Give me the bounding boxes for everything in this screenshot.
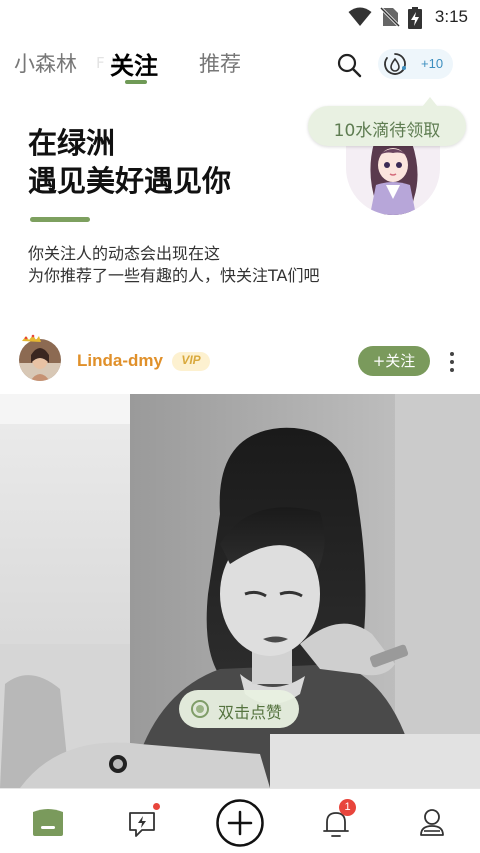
water-drop-timer-icon	[384, 53, 406, 75]
tab-recommend[interactable]: 推荐	[199, 48, 241, 78]
tab-forest[interactable]: 小森林	[14, 48, 77, 78]
add-circle-icon	[216, 799, 264, 847]
bottom-nav: 1	[0, 788, 480, 853]
water-reward-button[interactable]: +10	[378, 49, 453, 79]
nav-home[interactable]	[18, 789, 78, 853]
notifications-count-badge: 1	[339, 799, 356, 816]
no-sim-icon	[379, 7, 401, 27]
water-reward-tooltip[interactable]: 10水滴待领取	[308, 97, 466, 146]
intro-divider	[30, 217, 90, 222]
active-tab-indicator	[125, 80, 147, 84]
profile-icon	[420, 809, 444, 836]
vip-badge: VIP	[172, 352, 210, 371]
nav-messages[interactable]	[114, 789, 174, 853]
tab-following[interactable]: 关注	[110, 46, 158, 81]
double-tap-like-hint[interactable]: 双击点赞	[179, 690, 299, 728]
water-bonus-count: +10	[421, 56, 444, 71]
intro-title-line1: 在绿洲	[28, 126, 116, 160]
status-time: 3:15	[434, 7, 468, 26]
wifi-icon	[348, 7, 372, 26]
intro-title: 在绿洲 遇见美好遇见你	[28, 124, 231, 200]
intro-title-line2: 遇见美好遇见你	[28, 164, 232, 198]
nav-create[interactable]	[210, 789, 270, 853]
intro-desc-line1: 你关注人的动态会出现在这	[28, 244, 221, 263]
water-reward-tooltip-text: 10水滴待领取	[333, 121, 441, 141]
home-icon	[33, 809, 63, 836]
nav-profile[interactable]	[402, 789, 462, 853]
top-nav: 小森林 F W 关注 推荐 +10	[0, 40, 480, 92]
nav-notifications[interactable]: 1	[306, 789, 366, 853]
battery-charging-icon	[408, 7, 422, 29]
vip-badge-label: VIP	[181, 353, 201, 367]
message-lightning-icon	[129, 812, 155, 837]
recommended-user-avatar[interactable]	[346, 143, 440, 215]
post-username[interactable]: Linda-dmy	[77, 351, 163, 371]
avatar[interactable]	[17, 333, 63, 383]
more-vertical-icon[interactable]	[445, 350, 459, 374]
double-tap-like-label: 双击点赞	[218, 703, 283, 722]
intro-desc-line2: 为你推荐了一些有趣的人，快关注TA们吧	[28, 266, 320, 285]
like-ring-icon	[191, 700, 209, 718]
follow-button[interactable]: +关注	[358, 346, 430, 376]
status-bar: 3:15	[0, 0, 480, 34]
post-photo[interactable]	[0, 394, 480, 788]
intro-description: 你关注人的动态会出现在这 为你推荐了一些有趣的人，快关注TA们吧	[28, 243, 319, 287]
messages-dot-badge	[153, 803, 160, 810]
search-icon[interactable]	[336, 52, 362, 78]
